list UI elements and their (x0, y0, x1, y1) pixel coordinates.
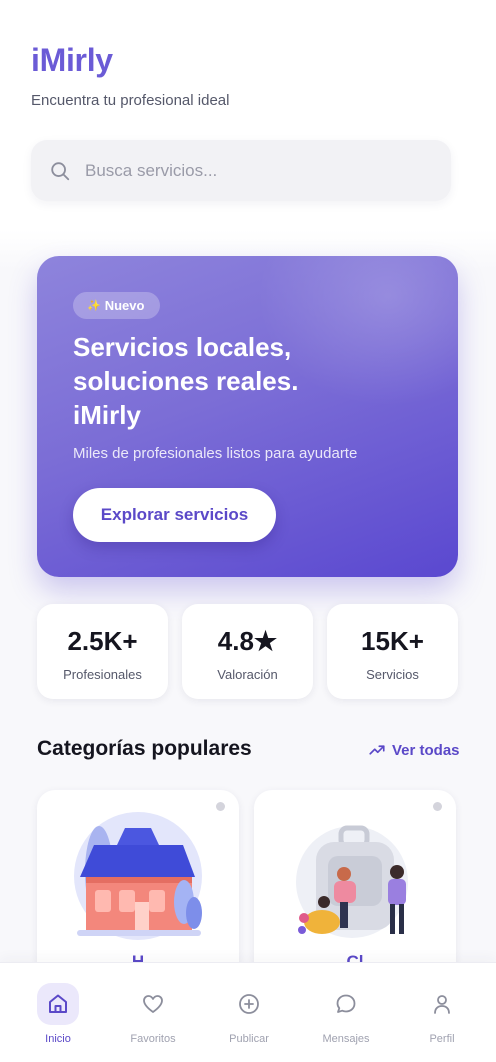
trending-up-icon (369, 745, 385, 755)
tab-publicar[interactable]: Publicar (204, 963, 294, 1062)
tab-icon-wrap (132, 983, 174, 1025)
house-illustration (74, 812, 202, 940)
tab-label: Publicar (229, 1033, 269, 1045)
tab-favoritos[interactable]: Favoritos (108, 963, 198, 1062)
category-card-home[interactable]: H (37, 790, 239, 980)
see-all-link[interactable]: Ver todas (368, 741, 460, 759)
badge-label: Nuevo (104, 298, 145, 313)
see-all-label: Ver todas (392, 741, 460, 759)
sparkle-icon: ✨ (87, 300, 101, 312)
app-tagline: Encuentra tu profesional ideal (31, 92, 230, 109)
tab-icon-wrap (228, 983, 270, 1025)
stat-card-rating: 4.8★ Valoración (182, 604, 313, 699)
tab-label: Perfil (429, 1033, 455, 1045)
stat-label: Profesionales (63, 667, 142, 682)
home-icon (49, 994, 67, 1013)
bottom-tab-bar: Inicio Favoritos Publicar Mensajes Perfi… (0, 962, 496, 1062)
tab-mensajes[interactable]: Mensajes (301, 963, 391, 1062)
user-icon (434, 995, 450, 1014)
stat-card-services: 15K+ Servicios (327, 604, 458, 699)
hero-title-line: soluciones reales. (73, 366, 299, 396)
tab-icon-wrap (421, 983, 463, 1025)
stat-label: Servicios (366, 667, 419, 682)
search-icon (51, 161, 70, 180)
tab-icon-wrap (37, 983, 79, 1025)
stat-value: 4.8★ (217, 626, 278, 656)
new-badge: ✨ Nuevo (73, 292, 161, 319)
chat-icon (336, 994, 356, 1013)
tab-label: Inicio (45, 1033, 71, 1045)
hero-title-line: Servicios locales, (73, 332, 292, 362)
search-bar[interactable] (31, 140, 451, 201)
hero-title: Servicios locales, soluciones reales. iM… (73, 330, 413, 432)
tab-icon-wrap (325, 983, 367, 1025)
tab-inicio[interactable]: Inicio (13, 963, 103, 1062)
stat-label: Valoración (217, 667, 278, 682)
stat-value: 2.5K+ (67, 626, 138, 656)
explore-services-button[interactable]: Explorar servicios (73, 488, 276, 542)
tab-label: Mensajes (322, 1033, 370, 1045)
plus-circle-icon (239, 994, 259, 1014)
heart-icon (143, 995, 163, 1013)
categories-title: Categorías populares (37, 737, 252, 760)
stat-card-professionals: 2.5K+ Profesionales (37, 604, 168, 699)
hero-title-line: iMirly (73, 400, 141, 430)
people-illustration (296, 825, 408, 938)
stat-value: 15K+ (361, 626, 424, 656)
tab-label: Favoritos (130, 1033, 176, 1045)
tab-perfil[interactable]: Perfil (397, 963, 487, 1062)
hero-banner: ✨ Nuevo Servicios locales, soluciones re… (37, 256, 458, 577)
hero-subtitle: Miles de profesionales listos para ayuda… (73, 445, 358, 462)
category-card-cleaning[interactable]: Cl (254, 790, 456, 980)
search-input[interactable] (85, 160, 405, 181)
app-title: iMirly (31, 42, 113, 78)
